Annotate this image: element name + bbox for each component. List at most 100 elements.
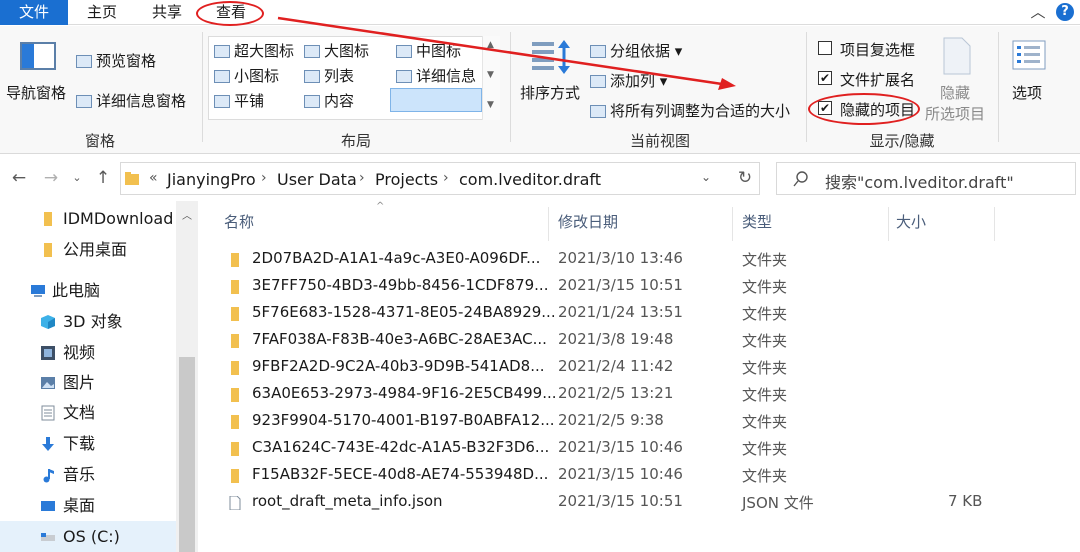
nav-item-3d-objects[interactable]: 3D 对象 — [0, 307, 176, 337]
table-row[interactable]: 63A0E653-2973-4984-9F16-2E5CB499... 2021… — [200, 381, 1080, 408]
column-divider[interactable] — [888, 207, 889, 241]
group-by-button[interactable]: 分组依据 ▾ — [590, 40, 682, 61]
navigation-pane-button[interactable]: 导航窗格 — [6, 82, 66, 103]
tab-share[interactable]: 共享 — [138, 0, 196, 25]
column-divider[interactable] — [994, 207, 995, 241]
scrollbar-thumb[interactable] — [179, 357, 195, 552]
help-icon[interactable]: ? — [1056, 3, 1074, 21]
preview-pane-button[interactable]: 预览窗格 — [76, 50, 156, 71]
address-bar[interactable]: « JianyingPro › User Data › Projects › c… — [120, 162, 760, 195]
options-icon[interactable] — [1012, 40, 1046, 70]
table-row[interactable]: 3E7FF750-4BD3-49bb-8456-1CDF879... 2021/… — [200, 273, 1080, 300]
nav-item-idmdownload[interactable]: IDMDownload — [0, 204, 176, 234]
file-name: 9FBF2A2D-9C2A-40b3-9D9B-541AD8... — [252, 357, 545, 375]
recent-locations-icon[interactable]: ⌄ — [66, 165, 88, 191]
size-all-columns-button[interactable]: 将所有列调整为合适的大小 — [590, 100, 790, 121]
breadcrumb-chevron-icon[interactable]: › — [443, 170, 449, 186]
hide-selected-icon[interactable] — [940, 36, 972, 76]
table-row[interactable]: 5F76E683-1528-4371-8E05-24BA8929... 2021… — [200, 300, 1080, 327]
breadcrumb-item[interactable]: Projects — [375, 170, 438, 189]
up-arrow-icon[interactable]: ↑ — [92, 165, 114, 191]
scroll-up-icon[interactable]: ▲ — [487, 40, 494, 50]
breadcrumb-item[interactable]: JianyingPro — [167, 170, 256, 189]
nav-item-pictures[interactable]: 图片 — [0, 368, 176, 398]
layout-gallery-scroll[interactable]: ▲ ▼ ▼ — [482, 36, 500, 120]
column-header-type[interactable]: 类型 — [742, 211, 772, 232]
options-button[interactable]: 选项 — [1012, 82, 1042, 103]
breadcrumb-item[interactable]: com.lveditor.draft — [459, 170, 601, 189]
group-label-show-hide: 显示/隐藏 — [869, 132, 935, 150]
scroll-up-icon[interactable]: ︿ — [182, 207, 192, 222]
scroll-down-icon[interactable]: ▼ — [487, 70, 494, 80]
table-row[interactable]: 923F9904-5170-4001-B197-B0ABFA12... 2021… — [200, 408, 1080, 435]
column-divider[interactable] — [732, 207, 733, 241]
search-box[interactable]: 搜索"com.lveditor.draft" — [776, 162, 1076, 195]
nav-item-public-desktop[interactable]: 公用桌面 — [0, 235, 176, 265]
hide-selected-line2[interactable]: 所选项目 — [925, 103, 985, 124]
layout-extra-large-icons[interactable]: 超大图标 — [214, 40, 294, 61]
nav-item-documents[interactable]: 文档 — [0, 398, 176, 428]
nav-item-downloads[interactable]: 下载 — [0, 429, 176, 459]
nav-item-os-c[interactable]: OS (C:) — [0, 522, 176, 552]
breadcrumb-chevron-icon[interactable]: › — [261, 170, 267, 186]
file-extensions-checkbox[interactable]: ✔ — [818, 71, 832, 85]
details-pane-icon — [76, 95, 92, 108]
table-row[interactable]: root_draft_meta_info.json 2021/3/15 10:5… — [200, 489, 1080, 516]
large-icons-icon — [304, 45, 320, 58]
layout-list[interactable]: 列表 — [304, 65, 354, 86]
navigation-pane-icon[interactable] — [20, 42, 56, 70]
nav-item-videos[interactable]: 视频 — [0, 338, 176, 368]
layout-content[interactable]: 内容 — [304, 90, 354, 111]
layout-small-icons[interactable]: 小图标 — [214, 65, 279, 86]
nav-item-desktop[interactable]: 桌面 — [0, 491, 176, 521]
column-header-name[interactable]: 名称 — [224, 211, 254, 232]
column-header-date[interactable]: 修改日期 — [558, 211, 618, 232]
item-check-boxes-checkbox[interactable] — [818, 41, 832, 55]
table-row[interactable]: C3A1624C-743E-42dc-A1A5-B32F3D6... 2021/… — [200, 435, 1080, 462]
details-pane-button[interactable]: 详细信息窗格 — [76, 90, 186, 111]
group-divider — [510, 32, 511, 142]
layout-large-icons[interactable]: 大图标 — [304, 40, 369, 61]
back-arrow-icon[interactable]: ← — [8, 165, 30, 191]
breadcrumb-item[interactable]: User Data — [277, 170, 357, 189]
column-divider[interactable] — [548, 207, 549, 241]
navigation-scrollbar[interactable]: ︿ — [176, 201, 198, 552]
item-check-boxes-label[interactable]: 项目复选框 — [840, 39, 915, 60]
dropdown-icon: ▾ — [670, 42, 683, 60]
nav-item-label: OS (C:) — [63, 527, 120, 546]
search-input[interactable]: 搜索"com.lveditor.draft" — [825, 169, 1014, 193]
column-header-size[interactable]: 大小 — [896, 211, 926, 232]
annotation-circle-view-tab — [196, 1, 264, 26]
layout-medium-icons[interactable]: 中图标 — [396, 40, 461, 61]
tab-home[interactable]: 主页 — [72, 0, 132, 25]
forward-arrow-icon[interactable]: → — [40, 165, 62, 191]
table-row[interactable]: 9FBF2A2D-9C2A-40b3-9D9B-541AD8... 2021/2… — [200, 354, 1080, 381]
breadcrumb-overflow[interactable]: « — [149, 170, 158, 186]
layout-tiles[interactable]: 平铺 — [214, 90, 264, 111]
add-columns-button[interactable]: 添加列 ▾ — [590, 70, 667, 91]
layout-details[interactable]: 详细信息 — [396, 65, 476, 86]
file-date: 2021/1/24 13:51 — [558, 303, 683, 321]
sort-by-button[interactable]: 排序方式 — [520, 82, 580, 103]
collapse-ribbon-icon[interactable]: ︿ — [1028, 2, 1048, 22]
hide-selected-line1[interactable]: 隐藏 — [940, 82, 970, 103]
breadcrumb-chevron-icon[interactable]: › — [359, 170, 365, 186]
tab-file[interactable]: 文件 — [0, 0, 68, 25]
file-type: 文件夹 — [742, 278, 788, 296]
table-row[interactable]: F15AB32F-5ECE-40d8-AE74-553948D... 2021/… — [200, 462, 1080, 489]
nav-item-music[interactable]: 音乐 — [0, 460, 176, 490]
expand-gallery-icon[interactable]: ▼ — [487, 100, 494, 110]
size-all-columns-label: 将所有列调整为合适的大小 — [610, 102, 791, 120]
table-row[interactable]: 7FAF038A-F83B-40e3-A6BC-28AE3AC... 2021/… — [200, 327, 1080, 354]
details-pane-label: 详细信息窗格 — [96, 92, 187, 110]
refresh-icon[interactable]: ↻ — [734, 165, 756, 191]
sort-icon[interactable] — [530, 38, 574, 78]
file-date: 2021/3/8 19:48 — [558, 330, 674, 348]
nav-item-label: 桌面 — [63, 496, 96, 515]
table-row[interactable]: 2D07BA2D-A1A1-4a9c-A3E0-A096DF... 2021/3… — [200, 246, 1080, 273]
drive-icon — [41, 533, 55, 541]
address-dropdown-icon[interactable]: ⌄ — [701, 170, 711, 184]
file-extensions-label[interactable]: 文件扩展名 — [840, 69, 915, 90]
nav-item-this-pc[interactable]: 此电脑 — [0, 276, 176, 306]
file-type: 文件夹 — [742, 251, 788, 269]
